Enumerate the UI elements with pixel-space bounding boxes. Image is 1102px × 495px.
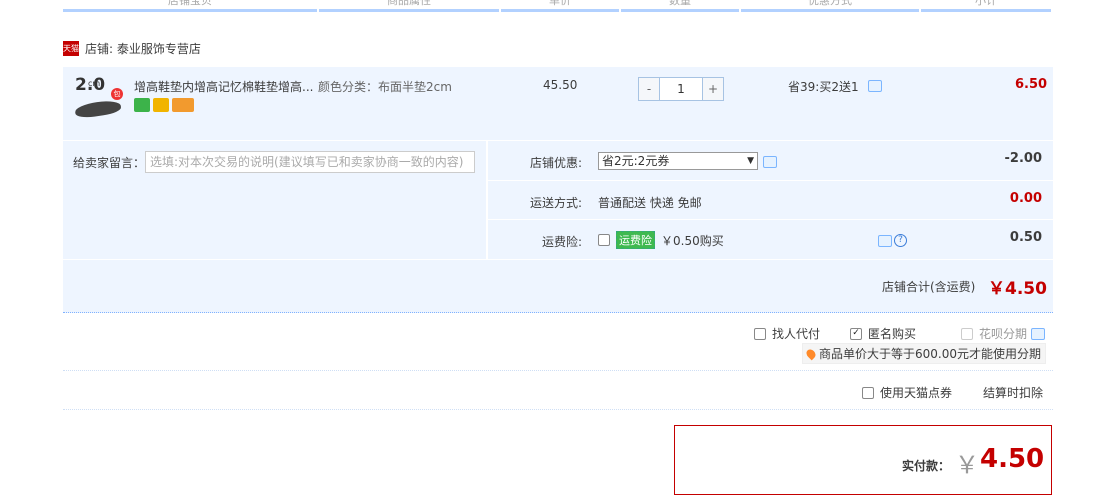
order-item-block xyxy=(63,67,1053,313)
product-title-link[interactable]: 增高鞋垫内增高记忆棉鞋垫增高... xyxy=(134,78,313,95)
anonymous-checkbox[interactable] xyxy=(850,327,862,340)
tmall-points-label: 使用天猫点券 xyxy=(880,386,953,400)
promo-text: 省39:买2送1 xyxy=(788,80,859,94)
chat-bubble-icon[interactable] xyxy=(763,156,777,168)
header-col-promo: 优惠方式 xyxy=(741,0,919,12)
help-icon[interactable]: ? xyxy=(894,234,907,247)
shop-row: 天猫 店铺: 泰业服饰专营店 xyxy=(63,40,201,57)
payment-value: 4.50 xyxy=(980,444,1045,474)
chat-bubble-icon[interactable] xyxy=(868,80,883,92)
qty-plus-button[interactable]: + xyxy=(703,78,723,100)
huabei-checkbox[interactable] xyxy=(961,327,973,340)
message-label: 给卖家留言： xyxy=(73,156,146,170)
tmall-points-checkbox[interactable] xyxy=(862,386,874,399)
store-discount-label: 店铺优惠: xyxy=(529,156,582,170)
insurance-text: ￥0.50购买 xyxy=(661,233,724,248)
insurance-value: 0.50 xyxy=(1009,230,1042,245)
shipping-value: 0.00 xyxy=(1009,191,1042,206)
divider xyxy=(63,370,1053,372)
huabei-hint: 商品单价大于等于600.00元才能使用分期 xyxy=(802,343,1046,364)
divider xyxy=(63,409,1053,411)
store-total-value: ￥4.50 xyxy=(988,279,1047,299)
anonymous-label: 匿名购买 xyxy=(868,327,917,341)
insurance-option: 运费险 ￥0.50购买 xyxy=(598,231,724,249)
table-header: 店铺宝贝 商品属性 单价 数量 优惠方式 小计 xyxy=(63,0,1053,12)
store-total-label: 店铺合计(含运费) xyxy=(882,280,976,294)
location-pin-icon xyxy=(804,347,818,360)
payment-currency: ￥ xyxy=(955,451,979,479)
anonymous-option: 匿名购买 xyxy=(850,325,916,342)
chat-bubble-icon[interactable] xyxy=(878,234,892,247)
proxy-pay-label: 找人代付 xyxy=(772,327,821,341)
proxy-pay-option: 找人代付 xyxy=(754,325,820,342)
insurance-help: ? xyxy=(878,234,907,247)
insurance-label: 运费险: xyxy=(541,235,582,249)
shipping-method: 普通配送 快递 免邮 xyxy=(598,196,702,210)
item-subtotal: 6.50 xyxy=(1015,77,1048,92)
coupon-selected-text: 省2元:2元券 xyxy=(602,154,670,168)
deduct-text: 结算时扣除 xyxy=(983,386,1044,400)
header-col-subtotal: 小计 xyxy=(921,0,1051,12)
chat-bubble-icon[interactable] xyxy=(1031,327,1046,340)
huabei-option: 花呗分期 xyxy=(961,325,1046,342)
qty-minus-button[interactable]: - xyxy=(639,78,659,100)
card-icon[interactable] xyxy=(172,98,194,112)
divider xyxy=(488,219,1053,220)
store-discount-value: -2.00 xyxy=(1004,151,1042,166)
promo-info: 省39:买2送1 xyxy=(788,78,883,95)
payment-label: 实付款： xyxy=(902,459,951,473)
header-col-qty: 数量 xyxy=(621,0,739,12)
7day-icon[interactable] xyxy=(134,98,150,112)
divider xyxy=(63,259,1053,260)
product-thumbnail[interactable]: 2.0 cm 包 xyxy=(73,75,123,121)
quantity-stepper: - 1 + xyxy=(638,77,724,101)
insurance-tag: 运费险 xyxy=(616,231,655,249)
divider xyxy=(488,180,1053,181)
shop-name-link[interactable]: 店铺: 泰业服饰专营店 xyxy=(85,40,201,57)
insole-image xyxy=(74,98,122,120)
sku-text: 颜色分类：布面半垫2cm xyxy=(318,80,452,94)
tmall-points-option: 使用天猫点券 xyxy=(862,384,952,401)
guarantee-icon[interactable] xyxy=(153,98,169,112)
header-col-attr: 商品属性 xyxy=(319,0,499,12)
unit-price: 45.50 xyxy=(543,78,578,92)
tmall-icon: 天猫 xyxy=(63,41,79,56)
shipping-label: 运送方式: xyxy=(529,196,582,210)
divider xyxy=(486,141,488,259)
message-input[interactable]: 选填:对本次交易的说明(建议填写已和卖家协商一致的内容) xyxy=(145,151,475,173)
proxy-pay-checkbox[interactable] xyxy=(754,327,766,340)
huabei-hint-text: 商品单价大于等于600.00元才能使用分期 xyxy=(819,347,1041,361)
insurance-checkbox[interactable] xyxy=(598,234,610,246)
thumb-unit-text: cm xyxy=(88,79,101,88)
thumb-badge-icon: 包 xyxy=(111,88,123,100)
header-col-shop: 店铺宝贝 xyxy=(63,0,317,12)
divider xyxy=(63,140,1053,141)
huabei-label: 花呗分期 xyxy=(979,327,1028,341)
qty-input[interactable]: 1 xyxy=(659,78,703,100)
coupon-select[interactable]: 省2元:2元券 ▼ xyxy=(598,152,758,170)
header-col-price: 单价 xyxy=(501,0,619,12)
service-icons xyxy=(134,98,197,112)
dropdown-arrow-icon: ▼ xyxy=(747,156,754,166)
